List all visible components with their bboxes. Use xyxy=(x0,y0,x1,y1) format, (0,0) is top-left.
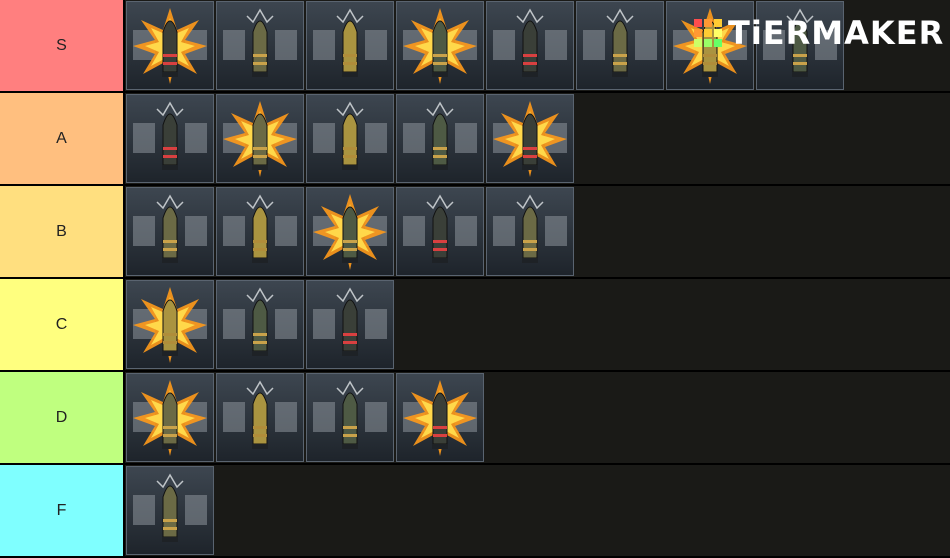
tier-item-f-1[interactable] xyxy=(126,466,214,555)
tier-item-d-3[interactable] xyxy=(306,373,394,462)
tier-item-c-2[interactable] xyxy=(216,280,304,369)
tier-row-b: B xyxy=(0,186,950,277)
tier-item-b-1[interactable] xyxy=(126,187,214,276)
tier-label-c[interactable]: C xyxy=(0,279,125,370)
tier-item-b-4[interactable] xyxy=(396,187,484,276)
tier-item-s-4[interactable] xyxy=(396,1,484,90)
tier-item-a-4[interactable] xyxy=(396,94,484,183)
tier-item-s-1[interactable] xyxy=(126,1,214,90)
tier-row-f: F xyxy=(0,465,950,556)
tier-item-s-3[interactable] xyxy=(306,1,394,90)
tier-label-b[interactable]: B xyxy=(0,186,125,277)
tier-row-d: D xyxy=(0,372,950,463)
tier-item-a-3[interactable] xyxy=(306,94,394,183)
tier-item-s-5[interactable] xyxy=(486,1,574,90)
tier-row-c: C xyxy=(0,279,950,370)
tier-item-s-2[interactable] xyxy=(216,1,304,90)
tier-item-d-4[interactable] xyxy=(396,373,484,462)
tier-item-b-3[interactable] xyxy=(306,187,394,276)
tier-items-d xyxy=(125,372,485,463)
tier-row-a: A xyxy=(0,93,950,184)
tier-label-d[interactable]: D xyxy=(0,372,125,463)
tier-item-b-2[interactable] xyxy=(216,187,304,276)
tiermaker-logo: TiERMAKER xyxy=(694,14,944,52)
tier-label-a[interactable]: A xyxy=(0,93,125,184)
tier-item-s-6[interactable] xyxy=(576,1,664,90)
tier-item-c-1[interactable] xyxy=(126,280,214,369)
tier-item-d-2[interactable] xyxy=(216,373,304,462)
tier-board: S A B C D F TiERMAKER xyxy=(0,0,950,558)
tier-item-a-1[interactable] xyxy=(126,94,214,183)
tier-item-d-1[interactable] xyxy=(126,373,214,462)
tier-item-a-2[interactable] xyxy=(216,94,304,183)
tier-items-f xyxy=(125,465,215,556)
tier-item-c-3[interactable] xyxy=(306,280,394,369)
tier-item-a-5[interactable] xyxy=(486,94,574,183)
tier-label-s[interactable]: S xyxy=(0,0,125,91)
tier-items-a xyxy=(125,93,575,184)
tier-items-c xyxy=(125,279,395,370)
tier-label-f[interactable]: F xyxy=(0,465,125,556)
tier-item-b-5[interactable] xyxy=(486,187,574,276)
logo-text: TiERMAKER xyxy=(728,14,945,52)
logo-icon xyxy=(694,19,722,47)
tier-items-b xyxy=(125,186,575,277)
